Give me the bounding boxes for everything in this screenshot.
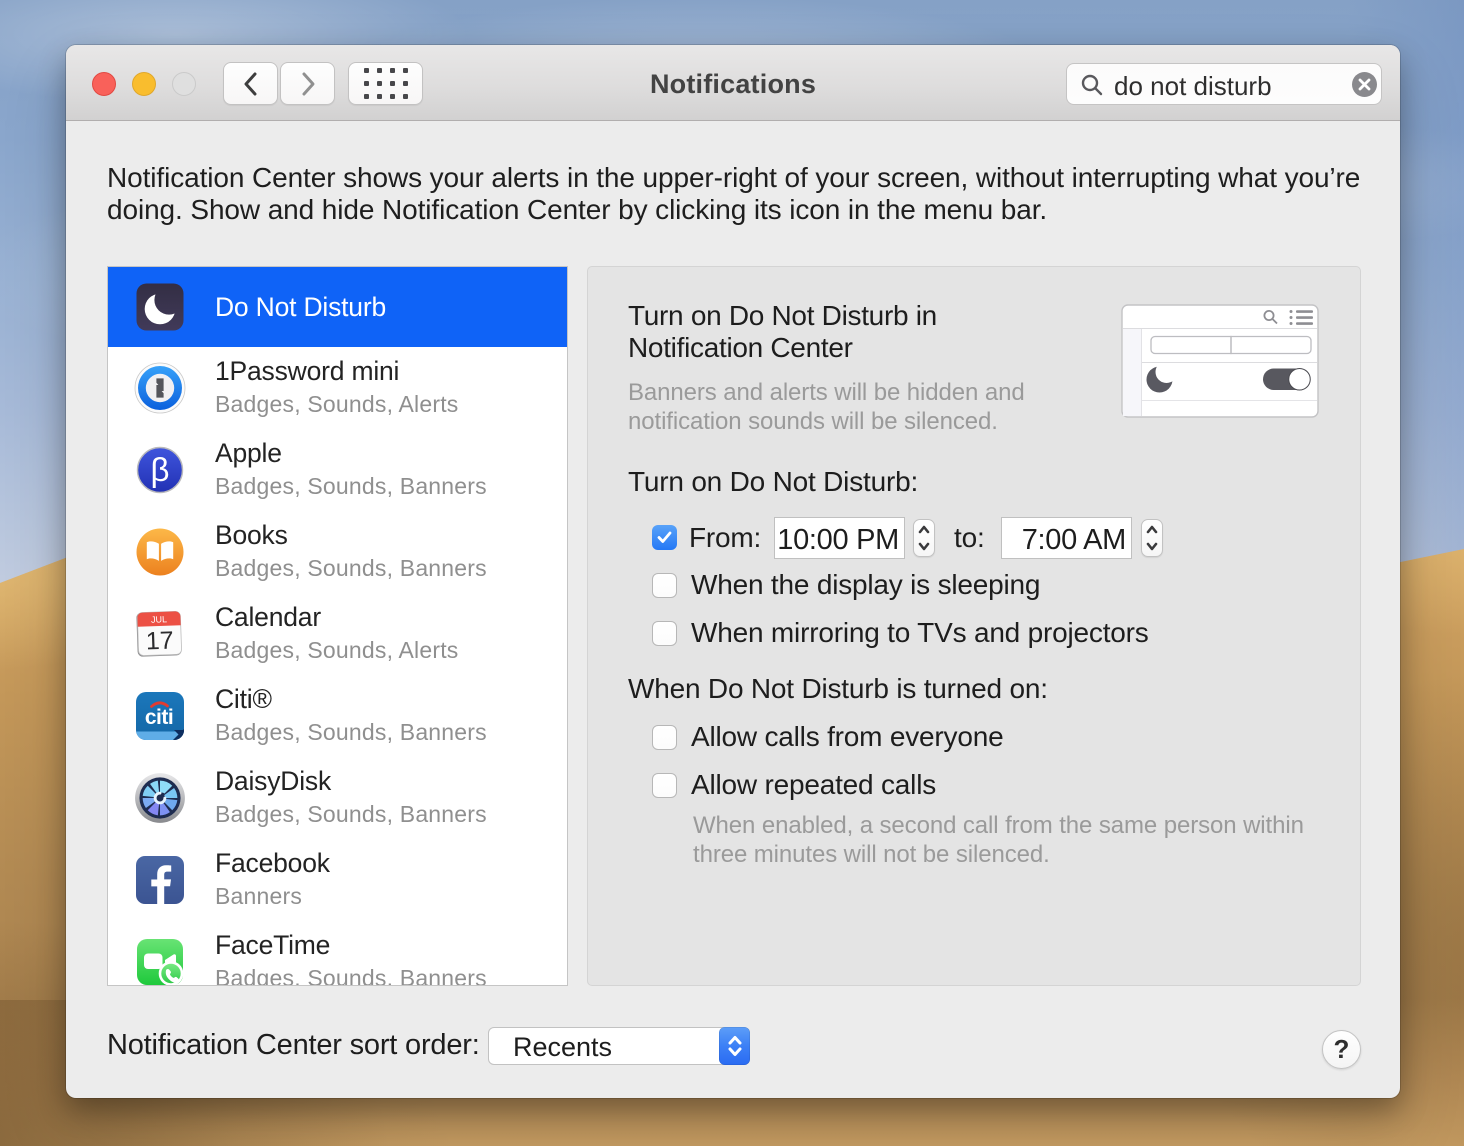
svg-text:17: 17 bbox=[145, 627, 174, 656]
svg-text:β: β bbox=[151, 451, 170, 488]
svg-text:citi: citi bbox=[145, 706, 173, 729]
svg-text:JUL: JUL bbox=[151, 614, 167, 625]
